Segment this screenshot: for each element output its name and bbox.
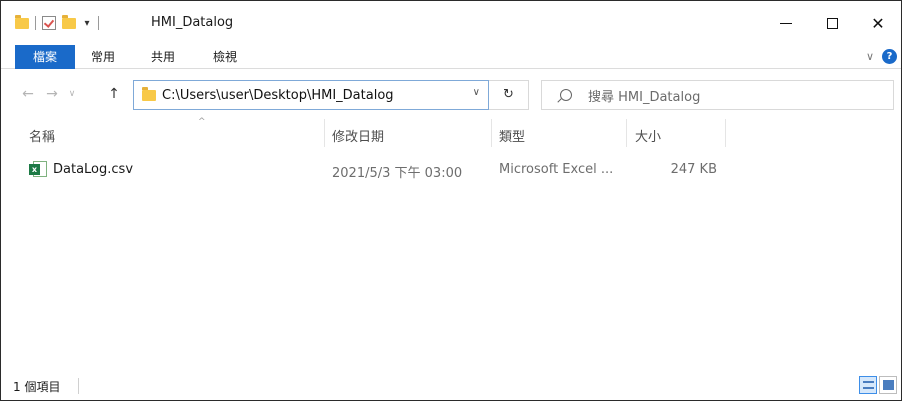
up-arrow-icon[interactable]: ↑ xyxy=(105,85,123,103)
forward-arrow-icon[interactable]: → xyxy=(43,85,61,103)
search-icon xyxy=(560,89,572,101)
details-view-button[interactable] xyxy=(859,376,877,394)
column-headers: ^ 名稱 修改日期 類型 大小 xyxy=(1,115,901,151)
search-box[interactable]: 搜尋 HMI_Datalog xyxy=(541,80,894,110)
close-button[interactable]: ✕ xyxy=(855,1,901,45)
recent-locations-icon[interactable]: ∨ xyxy=(63,85,81,103)
refresh-icon: ↻ xyxy=(503,87,514,102)
column-divider[interactable] xyxy=(491,119,492,147)
back-arrow-icon[interactable]: ← xyxy=(19,85,37,103)
column-header-size[interactable]: 大小 xyxy=(635,126,661,145)
help-icon[interactable]: ? xyxy=(882,49,897,64)
column-header-modified[interactable]: 修改日期 xyxy=(332,126,384,145)
address-path[interactable]: C:\Users\user\Desktop\HMI_Datalog xyxy=(162,88,394,103)
ribbon-right-controls: ∨ ? xyxy=(866,49,897,64)
title-separator xyxy=(98,16,99,30)
minimize-button[interactable] xyxy=(763,1,809,45)
file-name[interactable]: DataLog.csv xyxy=(53,162,133,177)
qat-dropdown-icon[interactable]: ▾ xyxy=(82,18,92,29)
file-size: 247 KB xyxy=(670,162,717,177)
excel-csv-icon: x xyxy=(29,161,47,177)
close-icon: ✕ xyxy=(871,13,885,33)
properties-icon[interactable] xyxy=(42,16,56,30)
view-switcher xyxy=(859,376,897,394)
file-row[interactable]: x DataLog.csv 2021/5/3 下午 03:00 Microsof… xyxy=(1,157,901,183)
search-input[interactable]: 搜尋 HMI_Datalog xyxy=(588,86,700,105)
refresh-button[interactable]: ↻ xyxy=(489,80,529,110)
column-header-name[interactable]: 名稱 xyxy=(29,126,55,145)
column-divider[interactable] xyxy=(324,119,325,147)
qat-separator xyxy=(35,16,36,30)
maximize-button[interactable] xyxy=(809,1,855,45)
expand-ribbon-icon[interactable]: ∨ xyxy=(866,50,874,63)
title-bar: ▾ HMI_Datalog ✕ xyxy=(1,1,901,45)
tab-share[interactable]: 共用 xyxy=(139,45,187,69)
navigation-bar: ← → ∨ ↑ C:\Users\user\Desktop\HMI_Datalo… xyxy=(1,77,901,113)
sort-ascending-icon: ^ xyxy=(198,117,206,127)
column-divider[interactable] xyxy=(725,119,726,147)
large-icons-view-button[interactable] xyxy=(879,376,897,394)
address-folder-icon xyxy=(142,86,156,101)
file-type: Microsoft Excel ... xyxy=(499,162,614,177)
column-header-type[interactable]: 類型 xyxy=(499,126,525,145)
minimize-icon xyxy=(780,22,792,24)
large-icons-view-icon xyxy=(883,380,894,390)
quick-access-toolbar: ▾ xyxy=(15,13,99,33)
status-separator xyxy=(78,378,79,394)
maximize-icon xyxy=(826,17,838,29)
new-folder-icon[interactable] xyxy=(62,14,76,29)
tab-file[interactable]: 檔案 xyxy=(15,45,75,69)
tab-home[interactable]: 常用 xyxy=(79,45,127,69)
item-count: 1 個項目 xyxy=(13,380,61,394)
folder-icon xyxy=(15,14,29,29)
ribbon-tabs: 檔案 常用 共用 檢視 ∨ ? xyxy=(1,45,901,69)
status-bar: 1 個項目 xyxy=(1,373,901,400)
address-dropdown-icon[interactable]: ∨ xyxy=(473,87,480,98)
window-controls: ✕ xyxy=(763,1,901,45)
address-bar[interactable]: C:\Users\user\Desktop\HMI_Datalog ∨ xyxy=(133,80,489,110)
column-divider[interactable] xyxy=(626,119,627,147)
tab-view[interactable]: 檢視 xyxy=(201,45,249,69)
details-view-icon xyxy=(863,381,874,389)
file-modified: 2021/5/3 下午 03:00 xyxy=(332,166,463,181)
excel-x-shape: x xyxy=(29,164,40,175)
explorer-window: ▾ HMI_Datalog ✕ 檔案 常用 共用 檢視 ∨ ? ← → ∨ ↑ … xyxy=(0,0,902,401)
window-title: HMI_Datalog xyxy=(151,15,234,30)
